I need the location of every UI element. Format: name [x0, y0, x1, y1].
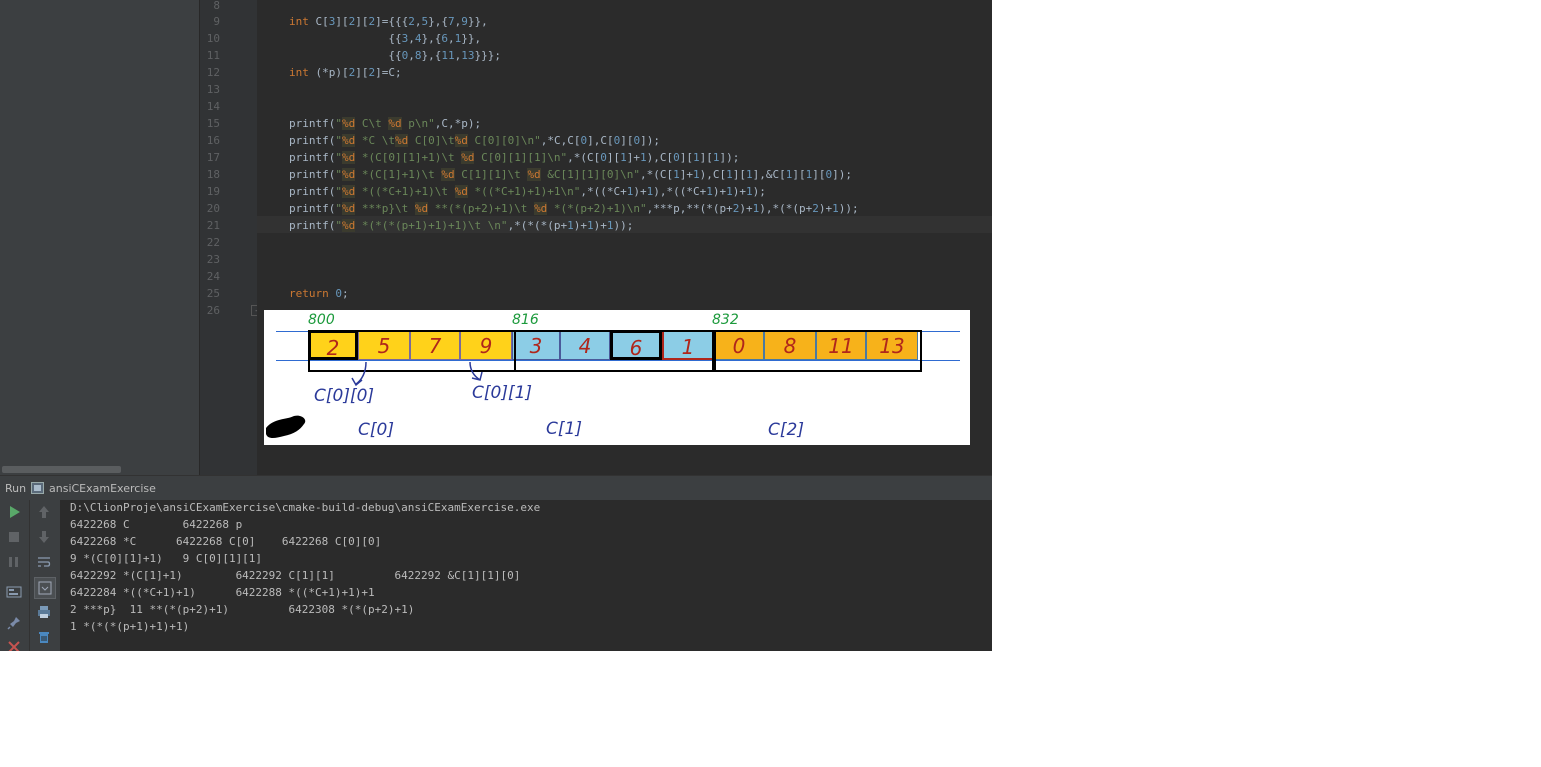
code-line: printf("%d ***p}\t %d **(*(p+2)+1)\t %d …	[289, 202, 859, 215]
run-config-name[interactable]: ansiCExamExercise	[49, 482, 156, 495]
console-line: 6422268 *C 6422268 C[0] 6422268 C[0][0]	[70, 535, 382, 548]
line-number: 12	[206, 66, 220, 79]
run-toolbar-left	[0, 500, 29, 651]
line-number: 9	[213, 15, 220, 28]
console-line: 1 *(*(*(p+1)+1)+1)	[70, 620, 190, 633]
run-console-output[interactable]: D:\ClionProje\ansiCExamExercise\cmake-bu…	[60, 500, 992, 651]
line-number: 24	[206, 270, 220, 283]
project-panel	[0, 0, 199, 475]
line-number: 13	[206, 83, 220, 96]
line-number: 14	[206, 100, 220, 113]
code-line: printf("%d *((*C+1)+1)\t %d *((*C+1)+1)+…	[289, 185, 766, 198]
console-line: 6422292 *(C[1]+1) 6422292 C[1][1] 642229…	[70, 569, 521, 582]
line-number: 16	[206, 134, 220, 147]
run-tab-label[interactable]: Run	[5, 482, 26, 495]
line-number-gutter: 8 9 10 11 12 13 14 15 16 17 18 19 20 21 …	[199, 0, 257, 475]
line-number: 10	[206, 32, 220, 45]
code-line: return 0;	[289, 287, 349, 300]
address-label: 832	[712, 312, 739, 328]
ide-window: 8 9 10 11 12 13 14 15 16 17 18 19 20 21 …	[0, 0, 992, 651]
label-c01: C[0][1]	[472, 383, 533, 403]
address-label: 800	[308, 312, 335, 328]
console-line: D:\ClionProje\ansiCExamExercise\cmake-bu…	[70, 501, 541, 514]
code-line: printf("%d C\t %d p\n",C,*p);	[289, 117, 482, 130]
cmake-icon	[31, 482, 44, 494]
scroll-down-icon[interactable]	[36, 529, 52, 545]
label-c0: C[0]	[358, 420, 394, 440]
block-bracket	[512, 330, 714, 372]
pause-icon[interactable]	[6, 554, 22, 570]
console-line: 2 ***p} 11 **(*(p+2)+1) 6422308 *(*(p+2)…	[70, 603, 415, 616]
code-line: printf("%d *(C[0][1]+1)\t %d C[0][1][1]\…	[289, 151, 740, 164]
code-line: int (*p)[2][2]=C;	[289, 66, 402, 79]
line-number: 15	[206, 117, 220, 130]
label-c1: C[1]	[546, 419, 582, 439]
line-number: 25	[206, 287, 220, 300]
trash-icon[interactable]	[36, 629, 52, 645]
console-line: 6422268 C 6422268 p	[70, 518, 243, 531]
code-line: printf("%d *C \t%d C[0]\t%d C[0][0]\n",*…	[289, 134, 660, 147]
layout-icon[interactable]	[6, 584, 22, 600]
project-scrollbar[interactable]	[2, 466, 121, 473]
ink-blot	[266, 415, 306, 438]
console-line: 6422284 *((*C+1)+1) 6422288 *((*C+1)+1)+…	[70, 586, 375, 599]
line-number: 19	[206, 185, 220, 198]
line-number: 23	[206, 253, 220, 266]
address-label: 816	[512, 312, 539, 328]
label-c00: C[0][0]	[314, 386, 375, 406]
close-icon[interactable]	[6, 639, 22, 651]
label-c2: C[2]	[768, 420, 804, 440]
print-icon[interactable]	[36, 604, 52, 620]
line-number: 22	[206, 236, 220, 249]
soft-wrap-icon[interactable]	[36, 554, 52, 570]
block-bracket	[714, 330, 922, 372]
console-line: 9 *(C[0][1]+1) 9 C[0][1][1]	[70, 552, 263, 565]
code-line: {{3,4},{6,1}},	[289, 32, 482, 45]
stop-icon[interactable]	[6, 529, 22, 545]
line-number: 8	[213, 0, 220, 12]
scroll-up-icon[interactable]	[36, 504, 52, 520]
memory-diagram-image: 800 816 832 2 5 7 9 3 4 6 1 0 8 11 13 C[…	[264, 310, 970, 445]
line-number: 26	[206, 304, 220, 317]
scroll-to-end-icon[interactable]	[34, 577, 56, 599]
pin-icon[interactable]	[6, 615, 22, 631]
line-number: 17	[206, 151, 220, 164]
line-number: 21	[206, 219, 220, 232]
line-number: 20	[206, 202, 220, 215]
code-line: printf("%d *(C[1]+1)\t %d C[1][1]\t %d &…	[289, 168, 853, 181]
code-line: printf("%d *(*(*(p+1)+1)+1)\t \n",*(*(*(…	[289, 219, 634, 232]
line-number: 18	[206, 168, 220, 181]
line-number: 11	[206, 49, 220, 62]
run-tool-header: Run ansiCExamExercise	[0, 475, 992, 501]
code-line: {{0,8},{11,13}}};	[289, 49, 501, 62]
code-line: int C[3][2][2]={{{2,5},{7,9}},	[289, 15, 488, 28]
run-icon[interactable]	[6, 504, 22, 520]
run-toolbar-right	[29, 500, 60, 651]
